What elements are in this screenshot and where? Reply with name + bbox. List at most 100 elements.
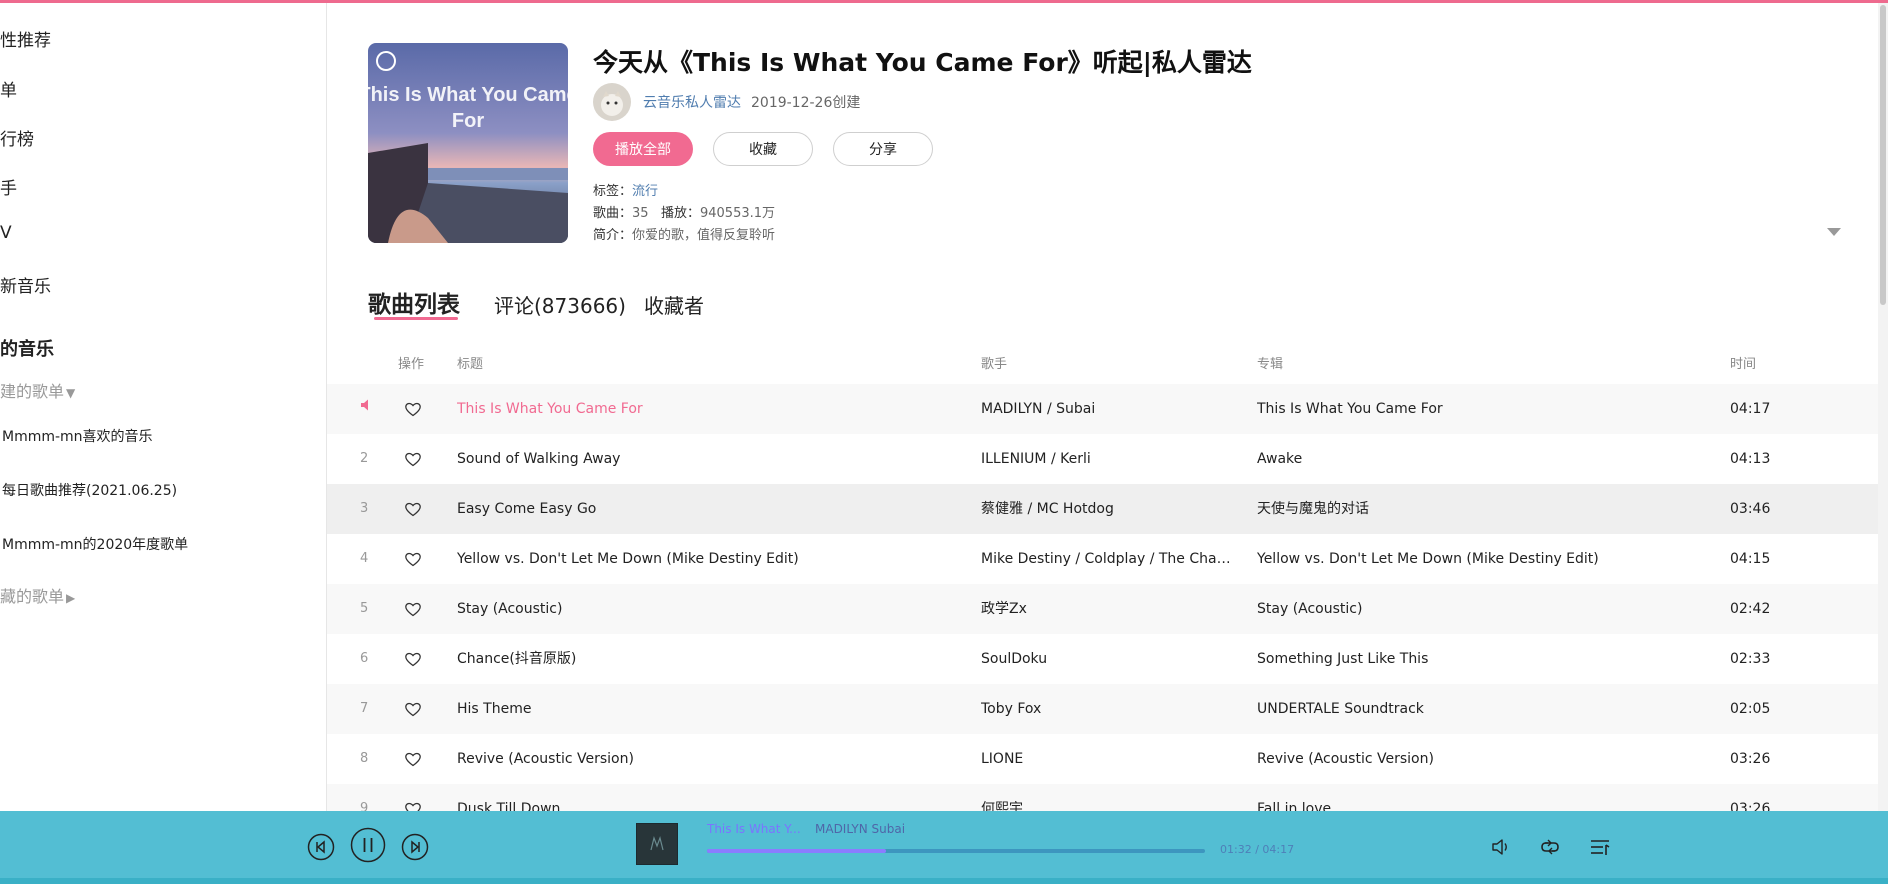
like-heart-icon[interactable] (403, 799, 423, 811)
table-row[interactable]: 5 Stay (Acoustic) 政学Zx Stay (Acoustic) 02:42 (327, 584, 1878, 634)
table-row[interactable]: 3 Easy Come Easy Go 蔡健雅 / MC Hotdog 天使与魔鬼的对… (327, 484, 1878, 534)
table-row[interactable]: This Is What You Came For MADILYN / Subai… (327, 384, 1878, 434)
stats-line: 歌曲：35 播放：940553.1万 (593, 202, 775, 221)
like-heart-icon[interactable] (403, 699, 423, 719)
table-row[interactable]: 6 Chance(抖音原版) SoulDoku Something Just Like… (327, 634, 1878, 684)
table-row[interactable]: 2 Sound of Walking Away ILLENIUM / Kerli Aw… (327, 434, 1878, 484)
song-album[interactable]: 天使与魔鬼的对话 (1257, 484, 1717, 534)
header-album[interactable]: 专辑 (1257, 353, 1283, 372)
song-duration: 03:26 (1730, 751, 1771, 767)
nav-item-mv[interactable]: V (0, 223, 12, 243)
play-all-button[interactable]: 播放全部 (593, 132, 693, 166)
song-title[interactable]: Yellow vs. Don't Let Me Down (Mike Desti… (457, 534, 957, 584)
like-heart-icon[interactable] (403, 499, 423, 519)
song-album[interactable]: Awake (1257, 434, 1717, 484)
song-album[interactable]: This Is What You Came For (1257, 384, 1717, 434)
table-row[interactable]: 7 His Theme Toby Fox UNDERTALE Soundtrack 02… (327, 684, 1878, 734)
nav-item-recommend[interactable]: 性推荐 (0, 26, 51, 51)
nav-item-charts[interactable]: 行榜 (0, 125, 34, 150)
creator-link[interactable]: 云音乐私人雷达 (643, 92, 741, 112)
tab-comments[interactable]: 评论(873666) (494, 290, 626, 319)
tab-songs[interactable]: 歌曲列表 (368, 285, 460, 319)
now-playing-cover[interactable] (636, 823, 678, 865)
plays-label: 播放： (660, 206, 700, 221)
like-heart-icon[interactable] (403, 399, 423, 419)
song-title[interactable]: Easy Come Easy Go (457, 484, 957, 534)
song-duration: 02:05 (1730, 701, 1771, 717)
song-title[interactable]: This Is What You Came For (457, 384, 957, 434)
song-artist[interactable]: Mike Destiny / Coldplay / The Chains… (981, 534, 1231, 584)
song-artist[interactable]: Toby Fox (981, 684, 1231, 734)
sidebar-playlist-annual[interactable]: Mmmm-mn的2020年度歌单 (2, 534, 188, 554)
song-title[interactable]: Sound of Walking Away (457, 434, 957, 484)
song-duration: 04:17 (1730, 401, 1771, 417)
header-op: 操作 (398, 357, 425, 372)
song-artist[interactable]: LIONE (981, 734, 1231, 784)
nav-item-playlists[interactable]: 单 (0, 76, 17, 101)
song-artist[interactable]: 蔡健雅 / MC Hotdog (981, 484, 1231, 534)
table-row[interactable]: 4 Yellow vs. Don't Let Me Down (Mike Dest… (327, 534, 1878, 584)
sidebar: 性推荐 单 行榜 手 V 新音乐 的音乐 建的歌单 ▼ Mmmm-mn喜欢的音乐 … (0, 3, 327, 811)
created-playlists-label: 建的歌单 (0, 382, 65, 401)
creator-avatar[interactable] (593, 83, 631, 121)
nav-item-new-music[interactable]: 新音乐 (0, 272, 51, 297)
row-index: 5 (360, 601, 369, 616)
song-album[interactable]: Something Just Like This (1257, 634, 1717, 684)
song-artist[interactable]: ILLENIUM / Kerli (981, 434, 1231, 484)
song-artist[interactable]: MADILYN / Subai (981, 384, 1231, 434)
song-album[interactable]: Revive (Acoustic Version) (1257, 734, 1717, 784)
expand-intro-icon[interactable] (1827, 228, 1841, 236)
pause-button[interactable] (350, 827, 386, 867)
song-title[interactable]: Revive (Acoustic Version) (457, 734, 957, 784)
header-artist[interactable]: 歌手 (981, 353, 1007, 372)
song-album[interactable]: Yellow vs. Don't Let Me Down (Mike Desti… (1257, 534, 1717, 584)
song-album[interactable]: Fall in love (1257, 784, 1717, 811)
like-heart-icon[interactable] (403, 649, 423, 669)
now-playing-title[interactable]: This Is What Y... (707, 822, 801, 836)
next-button[interactable] (401, 833, 429, 865)
collect-button[interactable]: 收藏 (713, 132, 813, 166)
tag-link[interactable]: 流行 (632, 184, 658, 199)
songs-count: 35 (632, 206, 649, 221)
like-heart-icon[interactable] (403, 749, 423, 769)
created-playlists-toggle[interactable]: 建的歌单 ▼ (0, 378, 75, 402)
intro-line: 简介：你爱的歌，值得反复聆听 (593, 224, 775, 243)
player-bottom-strip (0, 878, 1888, 884)
header-title[interactable]: 标题 (457, 353, 483, 372)
next-icon (401, 833, 429, 861)
like-heart-icon[interactable] (403, 599, 423, 619)
song-title[interactable]: His Theme (457, 684, 957, 734)
prev-button[interactable] (307, 833, 335, 865)
tab-collectors[interactable]: 收藏者 (644, 290, 704, 319)
song-title[interactable]: Chance(抖音原版) (457, 634, 957, 684)
table-row[interactable]: 9 Dusk Till Down 何熙宇 Fall in love 03:26 (327, 784, 1878, 811)
my-music-title: 的音乐 (0, 339, 54, 360)
caret-right-icon: ▶ (66, 591, 76, 605)
song-artist[interactable]: SoulDoku (981, 634, 1231, 684)
tags-label: 标签： (593, 184, 633, 199)
sidebar-playlist-liked[interactable]: Mmmm-mn喜欢的音乐 (2, 426, 153, 446)
song-title[interactable]: Stay (Acoustic) (457, 584, 957, 634)
now-playing-artist[interactable]: MADILYN Subai (815, 822, 905, 836)
nav-item-artists[interactable]: 手 (0, 174, 17, 199)
song-album[interactable]: Stay (Acoustic) (1257, 584, 1717, 634)
playlist-button[interactable] (1589, 836, 1611, 862)
sidebar-playlist-daily[interactable]: 每日歌曲推荐(2021.06.25) (2, 480, 177, 500)
table-row[interactable]: 8 Revive (Acoustic Version) LIONE Revive (A… (327, 734, 1878, 784)
progress-bar[interactable] (707, 849, 1205, 853)
scroll-thumb[interactable] (1880, 5, 1886, 305)
song-title[interactable]: Dusk Till Down (457, 784, 957, 811)
main-scrollbar[interactable] (1878, 3, 1888, 811)
collected-playlists-toggle[interactable]: 藏的歌单 ▶ (0, 583, 75, 607)
loop-button[interactable] (1539, 836, 1561, 862)
song-album[interactable]: UNDERTALE Soundtrack (1257, 684, 1717, 734)
share-button[interactable]: 分享 (833, 132, 933, 166)
header-time[interactable]: 时间 (1730, 353, 1756, 372)
song-artist[interactable]: 何熙宇 (981, 784, 1231, 811)
now-playing-speaker-icon (360, 384, 380, 434)
created-date: 2019-12-26创建 (751, 95, 861, 111)
volume-button[interactable] (1490, 836, 1512, 862)
song-artist[interactable]: 政学Zx (981, 584, 1231, 634)
like-heart-icon[interactable] (403, 449, 423, 469)
like-heart-icon[interactable] (403, 549, 423, 569)
